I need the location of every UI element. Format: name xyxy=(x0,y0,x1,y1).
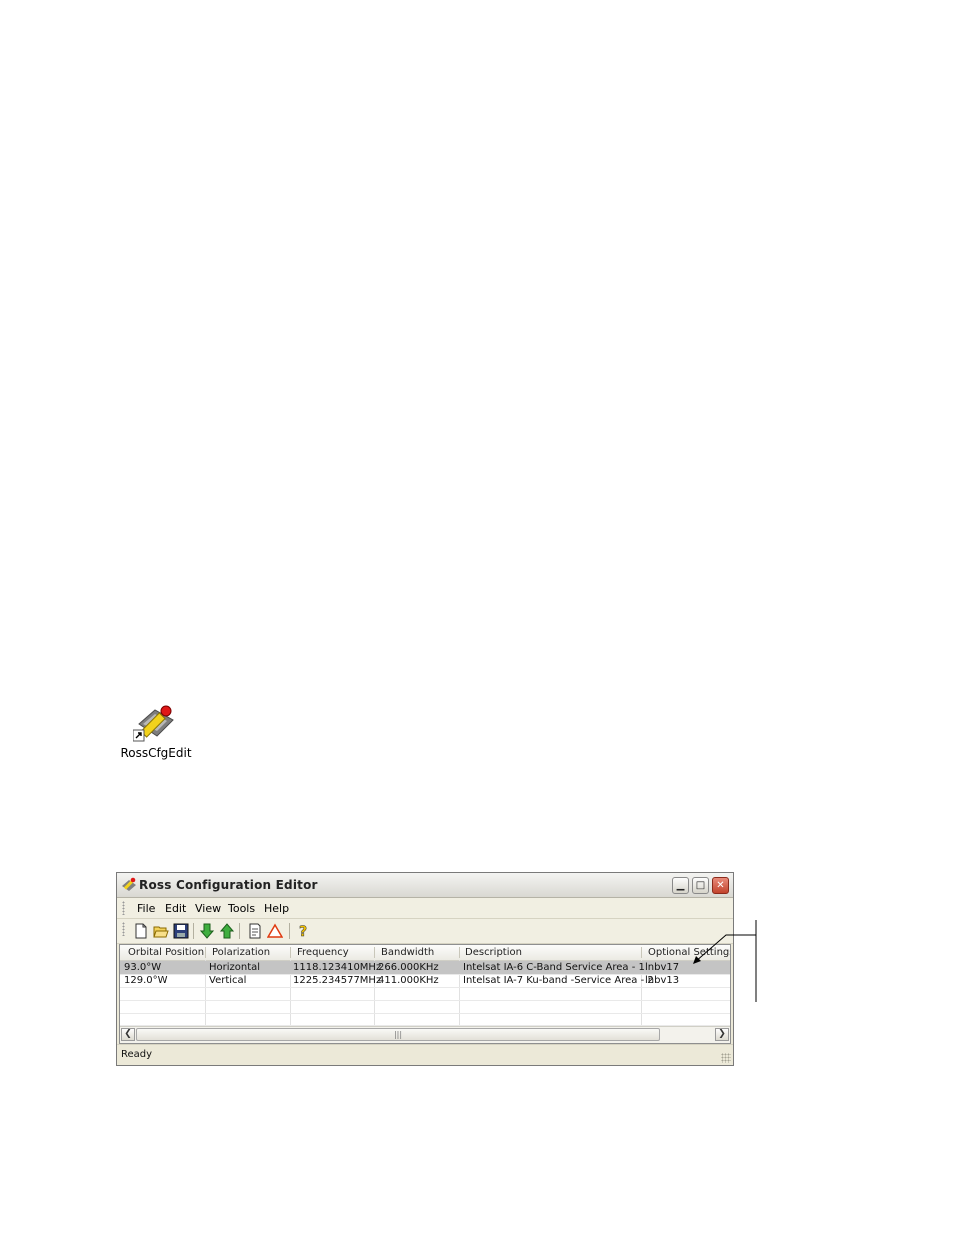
toolbar: ? xyxy=(117,919,733,944)
table-row[interactable]: 129.0°W Vertical 1225.234577MHz 411.000K… xyxy=(120,974,730,987)
resize-grip[interactable] xyxy=(721,1053,731,1063)
toolbar-separator xyxy=(239,923,240,939)
column-orbital-position[interactable]: Orbital Position xyxy=(128,947,204,958)
toolbar-separator xyxy=(289,923,290,939)
shortcut-label: RossCfgEdit xyxy=(120,746,192,760)
table-row[interactable]: 93.0°W Horizontal 1118.123410MHz 266.000… xyxy=(120,961,730,974)
chevron-right-icon: ❯ xyxy=(718,1029,726,1039)
maximize-icon: □ xyxy=(695,880,706,891)
column-divider[interactable] xyxy=(641,947,642,958)
window-title: Ross Configuration Editor xyxy=(139,878,318,892)
grid-line xyxy=(120,974,730,975)
cell-description: Intelsat IA-6 C-Band Service Area - 1 xyxy=(463,962,645,973)
cell-description: Intelsat IA-7 Ku-band -Service Area - 2 xyxy=(463,975,654,986)
grip-icon: ||| xyxy=(393,1030,403,1039)
warning-icon[interactable] xyxy=(266,923,284,939)
rosscfgedit-app-icon xyxy=(132,702,179,742)
minimize-icon: ▁ xyxy=(676,880,685,891)
toolbar-grip[interactable] xyxy=(122,922,125,936)
horizontal-scrollbar[interactable]: ❮ ||| ❯ xyxy=(120,1026,730,1043)
list-header: Orbital Position Polarization Frequency … xyxy=(120,945,730,961)
column-bandwidth[interactable]: Bandwidth xyxy=(381,947,434,958)
title-bar[interactable]: Ross Configuration Editor ▁ □ ✕ xyxy=(117,873,733,898)
cell-optional-settings: lnbv17 xyxy=(645,962,680,973)
download-icon[interactable] xyxy=(199,923,215,939)
status-bar: Ready xyxy=(117,1044,733,1065)
column-divider[interactable] xyxy=(290,947,291,958)
properties-icon[interactable] xyxy=(247,923,263,939)
column-divider[interactable] xyxy=(205,947,206,958)
close-button[interactable]: ✕ xyxy=(712,877,729,894)
chevron-left-icon: ❮ xyxy=(124,1029,132,1039)
column-frequency[interactable]: Frequency xyxy=(297,947,349,958)
help-icon[interactable]: ? xyxy=(295,923,311,941)
scroll-left-button[interactable]: ❮ xyxy=(121,1028,135,1041)
menu-edit[interactable]: Edit xyxy=(165,902,186,915)
cell-frequency: 1225.234577MHz xyxy=(293,975,382,986)
cell-orbital-position: 129.0°W xyxy=(124,975,168,986)
maximize-button[interactable]: □ xyxy=(692,877,709,894)
cell-polarization: Horizontal xyxy=(209,962,261,973)
status-text: Ready xyxy=(121,1049,153,1060)
scroll-right-button[interactable]: ❯ xyxy=(715,1028,729,1041)
callout-pointer xyxy=(693,920,757,1002)
cell-optional-settings: lnbv13 xyxy=(645,975,680,986)
app-icon[interactable] xyxy=(121,877,137,893)
scroll-thumb[interactable]: ||| xyxy=(136,1028,660,1041)
grid-line xyxy=(120,1013,730,1014)
column-divider[interactable] xyxy=(374,947,375,958)
minimize-button[interactable]: ▁ xyxy=(672,877,689,894)
upload-icon[interactable] xyxy=(219,923,235,939)
grid-line xyxy=(120,1000,730,1001)
new-icon[interactable] xyxy=(133,923,149,939)
menu-tools[interactable]: Tools xyxy=(228,902,255,915)
cell-polarization: Vertical xyxy=(209,975,247,986)
menu-view[interactable]: View xyxy=(195,902,221,915)
cell-frequency: 1118.123410MHz xyxy=(293,962,382,973)
menu-bar: File Edit View Tools Help xyxy=(117,898,733,919)
satellite-list[interactable]: Orbital Position Polarization Frequency … xyxy=(119,944,731,1044)
menu-file[interactable]: File xyxy=(137,902,155,915)
menu-grip[interactable] xyxy=(122,901,125,915)
column-polarization[interactable]: Polarization xyxy=(212,947,270,958)
save-icon[interactable] xyxy=(173,923,189,939)
close-icon: ✕ xyxy=(716,880,725,891)
grid-line xyxy=(120,987,730,988)
cell-bandwidth: 411.000KHz xyxy=(378,975,439,986)
column-divider[interactable] xyxy=(459,947,460,958)
ross-configuration-editor-window: Ross Configuration Editor ▁ □ ✕ File Edi… xyxy=(116,872,734,1066)
toolbar-separator xyxy=(193,923,194,939)
cell-bandwidth: 266.000KHz xyxy=(378,962,439,973)
open-icon[interactable] xyxy=(153,923,169,939)
svg-text:?: ? xyxy=(299,924,307,939)
rosscfgedit-shortcut[interactable]: RossCfgEdit xyxy=(112,702,200,760)
menu-help[interactable]: Help xyxy=(264,902,289,915)
cell-orbital-position: 93.0°W xyxy=(124,962,162,973)
column-description[interactable]: Description xyxy=(465,947,522,958)
